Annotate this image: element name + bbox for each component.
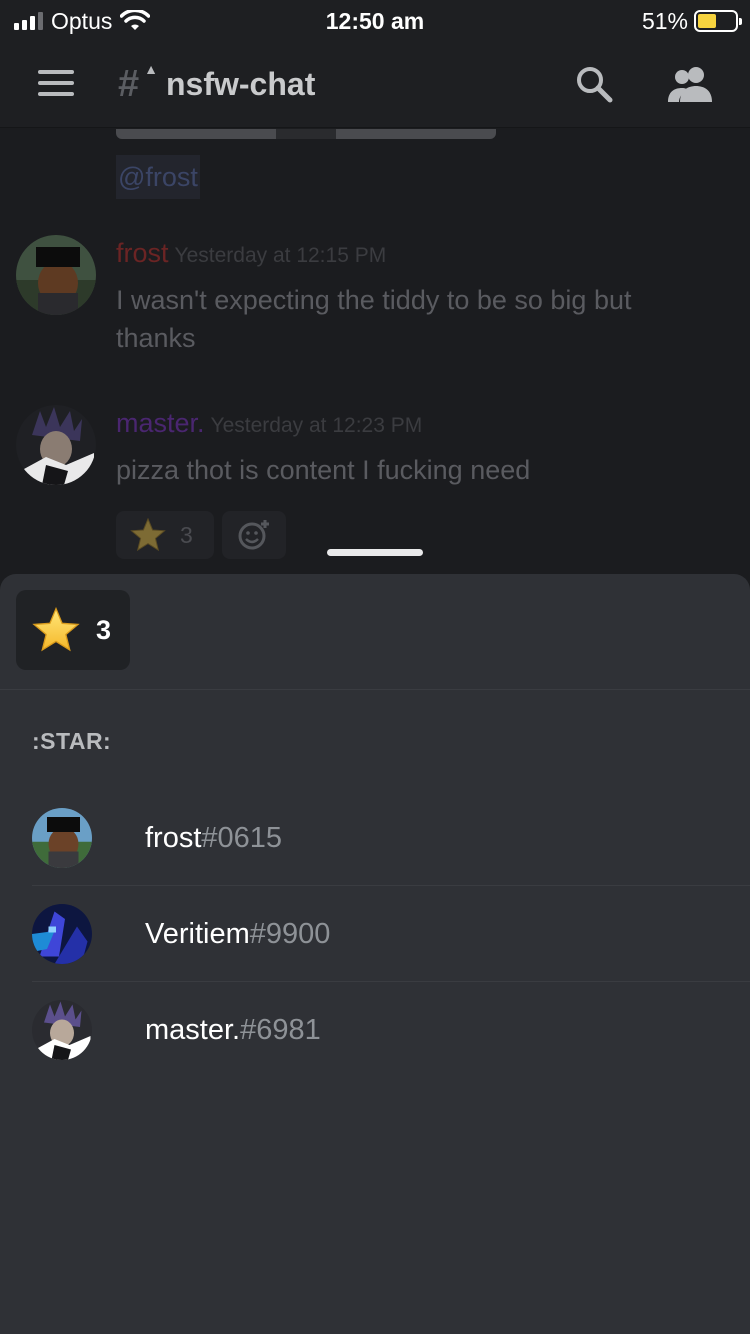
reaction-count: 3 <box>96 614 112 645</box>
members-icon[interactable] <box>666 64 714 104</box>
message-timestamp: Yesterday at 12:15 PM <box>174 244 387 267</box>
avatar-frost[interactable] <box>16 235 96 315</box>
avatar-veritiem[interactable] <box>32 904 92 964</box>
list-item[interactable]: Veritiem#9900 <box>0 886 750 982</box>
message-reaction-star[interactable]: 3 <box>116 511 214 559</box>
star-icon <box>130 518 166 552</box>
battery-fill <box>698 14 717 28</box>
add-reaction-button[interactable] <box>222 511 286 559</box>
message-text: I wasn't expecting the tiddy to be so bi… <box>116 285 632 353</box>
reaction-user-list: frost#0615 Veritiem#9900 master.#6981 <box>0 790 750 1078</box>
channel-name[interactable]: nsfw-chat <box>166 64 315 104</box>
add-reaction-icon <box>238 520 269 550</box>
message-author[interactable]: master. <box>116 408 205 438</box>
sheet-grabber[interactable] <box>327 549 423 556</box>
hamburger-icon[interactable] <box>38 70 74 96</box>
chat-area: @frost frost Yesterday at 12:15 PM I wasn… <box>0 129 750 574</box>
user-discriminator: #6981 <box>240 1014 321 1046</box>
avatar-frost[interactable] <box>32 808 92 868</box>
status-bar: Optus 12:50 am 51% <box>0 0 750 40</box>
user-name: Veritiem <box>145 918 250 950</box>
reaction-tab-star[interactable]: 3 <box>16 590 130 670</box>
list-item[interactable]: frost#0615 <box>0 790 750 886</box>
avatar-master[interactable] <box>16 405 96 485</box>
battery-icon <box>694 10 742 32</box>
message-author[interactable]: frost <box>116 238 169 268</box>
nsfw-hash-warning-icon: # ▲ <box>118 61 158 105</box>
status-right: 51% <box>641 7 742 34</box>
reactions-sheet: 3 :STAR: frost#0615 Veritiem#9900 master… <box>0 574 750 1334</box>
user-discriminator: #0615 <box>201 822 283 854</box>
search-icon[interactable] <box>574 64 614 104</box>
user-mention[interactable]: @frost <box>116 155 200 199</box>
user-name: master. <box>145 1014 241 1046</box>
reaction-tabs: 3 <box>0 574 750 690</box>
status-time: 12:50 am <box>325 8 425 34</box>
message-text: pizza thot is content I fucking need <box>116 455 531 485</box>
reaction-count: 3 <box>180 521 193 548</box>
message-timestamp: Yesterday at 12:23 PM <box>210 414 423 437</box>
user-discriminator: #9900 <box>249 918 331 950</box>
channel-header: # ▲ nsfw-chat <box>0 40 750 128</box>
emoji-title: :STAR: <box>32 728 112 754</box>
avatar-master[interactable] <box>32 1000 92 1060</box>
embed-preview[interactable] <box>116 129 496 139</box>
list-item[interactable]: master.#6981 <box>0 982 750 1078</box>
user-name: frost <box>145 822 202 854</box>
star-icon <box>32 607 80 652</box>
battery-percent: 51% <box>641 7 688 34</box>
